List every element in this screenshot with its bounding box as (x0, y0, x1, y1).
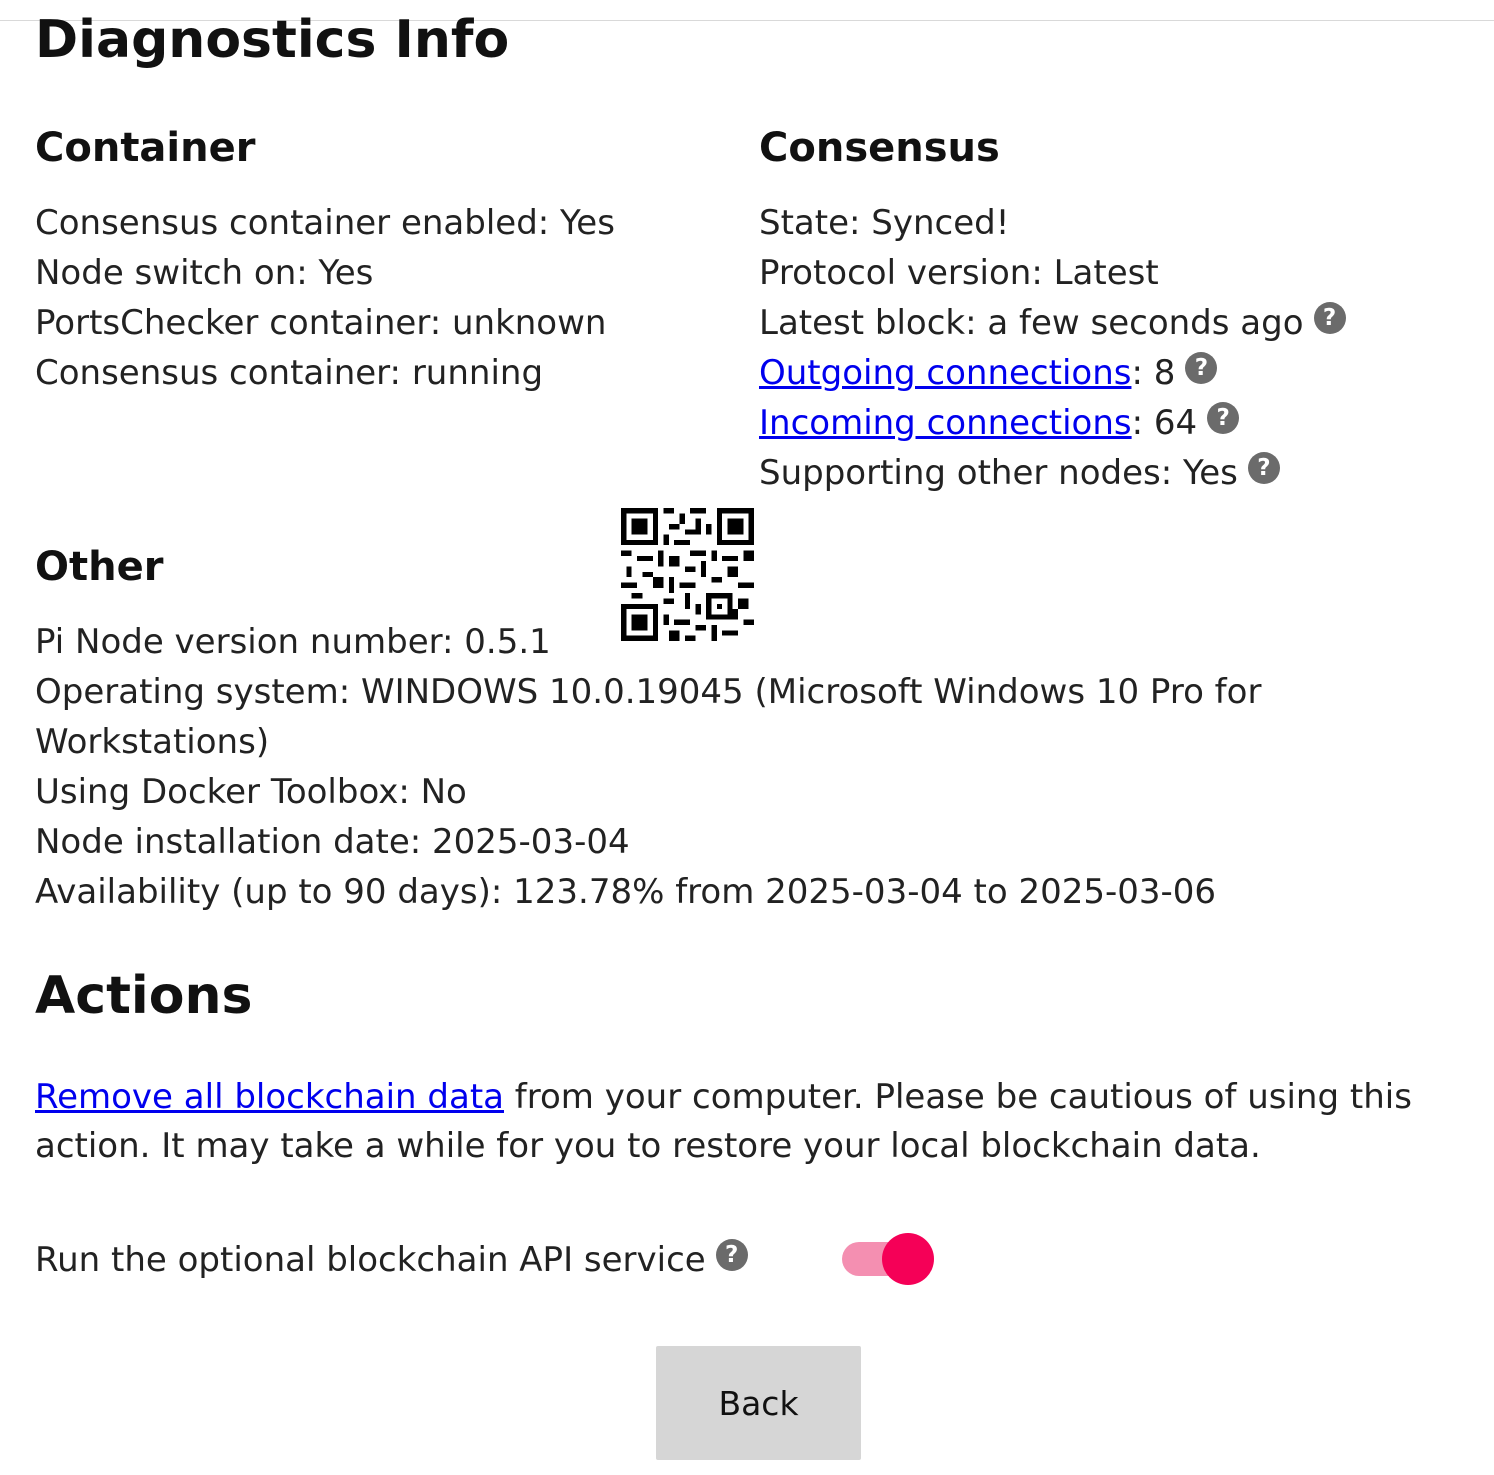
diagnostics-page: Diagnostics Info Container Consensus con… (0, 0, 1494, 1475)
container-info-line: PortsChecker container: unknown (35, 303, 607, 343)
container-info-line: Consensus container enabled: Yes (35, 203, 615, 243)
api-service-label: Run the optional blockchain API service (35, 1240, 706, 1280)
outgoing-connections-line: Outgoing connections: 8? (759, 348, 1346, 398)
latest-block-line: Latest block: a few seconds ago? (759, 298, 1346, 348)
remove-blockchain-data-link[interactable]: Remove all blockchain data (35, 1077, 504, 1117)
supporting-nodes-line: Supporting other nodes: Yes? (759, 448, 1346, 498)
outgoing-connections-value: : 8 (1131, 353, 1176, 393)
container-heading: Container (35, 125, 256, 171)
container-info-line: Node switch on: Yes (35, 253, 374, 293)
node-version: Pi Node version number: 0.5.1 (35, 622, 551, 662)
page-title: Diagnostics Info (35, 10, 510, 70)
installation-date: Node installation date: 2025-03-04 (35, 822, 630, 862)
availability: Availability (up to 90 days): 123.78% fr… (35, 872, 1217, 912)
help-icon[interactable]: ? (1313, 302, 1346, 334)
other-info-list: Pi Node version number: 0.5.1 Operating … (35, 617, 1455, 917)
help-icon[interactable]: ? (1207, 402, 1240, 434)
help-icon[interactable]: ? (1247, 452, 1280, 484)
remove-data-paragraph: Remove all blockchain data from your com… (35, 1073, 1455, 1171)
container-info-list: Consensus container enabled: Yes Node sw… (35, 198, 615, 398)
help-icon[interactable]: ? (715, 1239, 748, 1271)
other-heading: Other (35, 544, 164, 590)
latest-block: Latest block: a few seconds ago (759, 303, 1304, 343)
docker-toolbox: Using Docker Toolbox: No (35, 772, 467, 812)
outgoing-connections-link[interactable]: Outgoing connections (759, 353, 1131, 393)
container-info-line: Consensus container: running (35, 353, 544, 393)
api-service-toggle[interactable] (842, 1233, 934, 1285)
operating-system: Operating system: WINDOWS 10.0.19045 (Mi… (35, 672, 1262, 762)
incoming-connections-line: Incoming connections: 64? (759, 398, 1346, 448)
incoming-connections-link[interactable]: Incoming connections (759, 403, 1132, 443)
consensus-info-list: State: Synced! Protocol version: Latest … (759, 198, 1346, 498)
help-icon[interactable]: ? (1185, 352, 1218, 384)
api-service-row: Run the optional blockchain API service? (35, 1235, 748, 1285)
protocol-version: Protocol version: Latest (759, 253, 1159, 293)
incoming-connections-value: : 64 (1131, 403, 1198, 443)
back-button[interactable]: Back (656, 1346, 861, 1460)
toggle-thumb (882, 1233, 934, 1285)
actions-heading: Actions (35, 966, 253, 1026)
supporting-nodes: Supporting other nodes: Yes (759, 453, 1238, 493)
consensus-heading: Consensus (759, 125, 1000, 171)
consensus-state: State: Synced! (759, 203, 1010, 243)
